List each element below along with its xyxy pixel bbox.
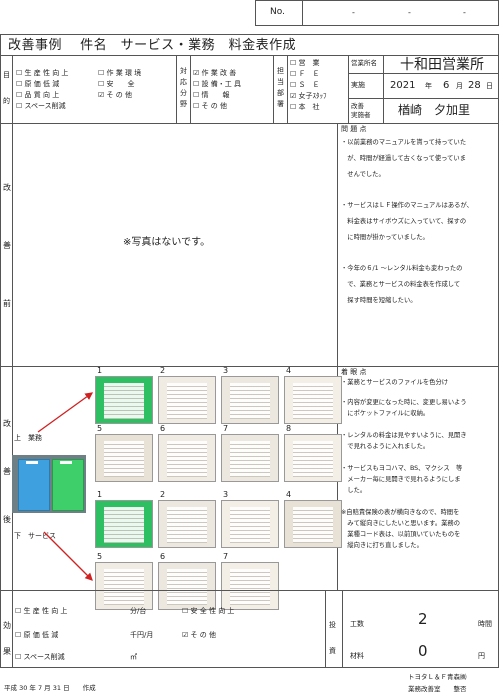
photo-number: 7 <box>223 424 229 433</box>
photo-number: 7 <box>223 552 229 561</box>
point-line: にポケットファイルに収納。 <box>341 410 430 417</box>
checkbox-icon[interactable]: ☐ <box>15 607 24 615</box>
binder-page-photo <box>158 376 216 424</box>
effect-option: ☐ 原 価 低 減 <box>15 632 58 639</box>
zairyo-label: 材料 <box>350 652 364 660</box>
photo-number: 1 <box>97 490 103 499</box>
checkbox-icon[interactable]: ☐ <box>15 631 24 639</box>
effect-unit: 千円/月 <box>130 631 154 639</box>
point-line: ・内容が変更になった時に、変更し易いよう <box>341 399 467 406</box>
page-sheet <box>230 507 270 543</box>
point-line: ・業務とサービスのファイルを色分け <box>341 379 449 386</box>
zairyo-value: 0 <box>418 642 428 660</box>
binder-page-photo <box>158 434 216 482</box>
photo-number: 2 <box>160 366 166 375</box>
arrow-lower <box>43 531 93 581</box>
binder-page-photo <box>284 434 342 482</box>
checked-box-icon[interactable]: ☑ <box>182 631 191 639</box>
page-sheet <box>104 441 144 477</box>
binder-page-photo <box>95 376 153 424</box>
binder-page-photo <box>284 376 342 424</box>
point-line: した。 <box>341 487 367 494</box>
effect-option: ☐ 生 産 性 向 上 <box>15 608 67 615</box>
point-line: で見れるように入れました。 <box>341 443 430 450</box>
binder-page-photo <box>158 500 216 548</box>
photo-number: 1 <box>97 366 103 375</box>
binder-page-photo <box>95 500 153 548</box>
kosu-value: 2 <box>418 610 428 628</box>
page-sheet <box>293 441 333 477</box>
point-line: ・サービスもヨコハマ、BS、マクシス 等 <box>341 465 463 472</box>
effect-option: ☑ そ の 他 <box>182 632 216 639</box>
point-title: 着 眼 点 <box>341 368 367 376</box>
effect-option-label: スペース削減 <box>23 653 65 661</box>
page-sheet <box>293 383 333 419</box>
photo-number: 4 <box>286 490 292 499</box>
point-line: 業種コード表は、以前頂いていたものを <box>341 531 461 538</box>
point-line: ・レンタルの料金は見やすいように、見開き <box>341 432 467 439</box>
point-line: ※自賠責保険の表が横向きなので、時間を <box>341 509 460 516</box>
effect-option-label: 原 価 低 減 <box>23 631 59 639</box>
binder-page-photo <box>221 434 279 482</box>
footer-dept: 業務改善室 整否 <box>408 685 467 693</box>
footer-date: 平成 30 年 7 月 31 日 作成 <box>4 684 96 692</box>
photo-number: 5 <box>97 424 103 433</box>
zairyo-unit: 円 <box>478 652 485 660</box>
effect-option: ☐ スペース削減 <box>15 654 65 661</box>
page-sheet <box>230 383 270 419</box>
effect-unit: 分/台 <box>130 607 147 615</box>
checkbox-icon[interactable]: ☐ <box>182 607 191 615</box>
photo-number: 3 <box>223 366 229 375</box>
binder-page-photo <box>284 500 342 548</box>
photo-number: 8 <box>286 424 292 433</box>
binder-page-photo <box>221 376 279 424</box>
effect-side-char: 果 <box>3 647 11 656</box>
point-line: 縦向きに打ち直しました。 <box>341 542 423 549</box>
kosu-label: 工数 <box>350 620 364 628</box>
binder-page-photo <box>95 434 153 482</box>
effect-option-label: そ の 他 <box>190 631 216 639</box>
effect-option: ☐ 安 全 性 向 上 <box>182 608 234 615</box>
point-line: メーカー毎に見開きで見れるようにしま <box>341 476 461 483</box>
arrow-upper <box>37 392 94 433</box>
page-sheet <box>104 383 144 419</box>
point-line: みて縦向きにしたいと思います。業務の <box>341 520 461 527</box>
page-sheet <box>167 383 207 419</box>
effect-option-label: 安 全 性 向 上 <box>190 607 235 615</box>
effect-side-char: 効 <box>3 621 11 630</box>
checkbox-icon[interactable]: ☐ <box>15 653 24 661</box>
photo-number: 6 <box>160 552 166 561</box>
kosu-unit: 時間 <box>478 620 492 628</box>
page-sheet <box>104 507 144 543</box>
photo-number: 2 <box>160 490 166 499</box>
invest-label-char: 投 <box>329 621 336 629</box>
photo-number: 6 <box>160 424 166 433</box>
page-sheet <box>167 507 207 543</box>
effect-option-label: 生 産 性 向 上 <box>23 607 68 615</box>
page-sheet <box>167 441 207 477</box>
footer-company: トヨタＬ＆Ｆ青森㈱ <box>408 673 467 681</box>
invest-label-char: 資 <box>329 647 336 655</box>
photo-number: 4 <box>286 366 292 375</box>
photo-number: 5 <box>97 552 103 561</box>
page-sheet <box>293 507 333 543</box>
binder-page-photo <box>221 500 279 548</box>
photo-number: 3 <box>223 490 229 499</box>
effect-unit: ㎡ <box>130 653 137 661</box>
page-sheet <box>230 441 270 477</box>
